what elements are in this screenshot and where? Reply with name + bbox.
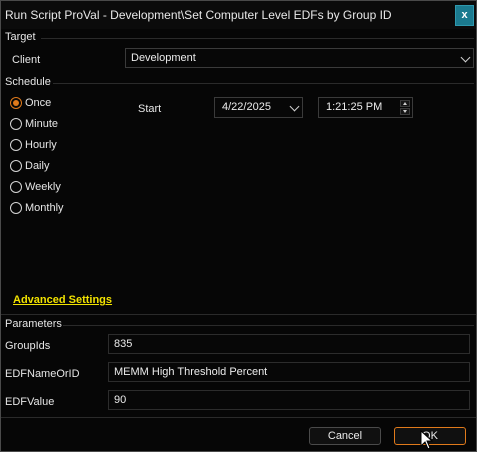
radio-daily-label: Daily (25, 160, 50, 172)
radio-monthly[interactable] (10, 202, 22, 214)
edfnameorid-input[interactable]: MEMM High Threshold Percent (108, 362, 470, 382)
target-section-label: Target (5, 31, 36, 43)
mouse-cursor-icon (420, 430, 434, 450)
client-select[interactable]: Development (125, 48, 474, 68)
groupids-input[interactable]: 835 (108, 334, 470, 354)
parameters-divider (63, 325, 474, 326)
radio-daily[interactable] (10, 160, 22, 172)
cancel-button[interactable]: Cancel (309, 427, 381, 445)
schedule-section-label: Schedule (5, 76, 51, 88)
run-script-dialog: Run Script ProVal - Development\Set Comp… (0, 0, 477, 452)
advanced-divider (1, 314, 476, 315)
start-label: Start (138, 103, 162, 115)
radio-once[interactable] (10, 97, 22, 109)
client-label: Client (12, 54, 41, 66)
radio-once-label: Once (25, 97, 52, 109)
edfvalue-input[interactable]: 90 (108, 390, 470, 410)
radio-minute[interactable] (10, 118, 22, 130)
schedule-option-daily[interactable]: Daily (10, 158, 49, 174)
close-button[interactable]: x (455, 5, 474, 26)
target-divider (41, 38, 474, 39)
start-time-value: 1:21:25 PM (326, 101, 383, 113)
time-spinner[interactable] (400, 100, 410, 115)
groupids-label: GroupIds (5, 340, 51, 352)
radio-weekly[interactable] (10, 181, 22, 193)
footer-divider (1, 417, 476, 418)
radio-minute-label: Minute (25, 118, 59, 130)
client-select-value: Development (131, 52, 196, 64)
schedule-option-monthly[interactable]: Monthly (10, 200, 64, 216)
start-date-value: 4/22/2025 (222, 101, 271, 113)
radio-hourly-label: Hourly (25, 139, 57, 151)
start-date-picker[interactable]: 4/22/2025 (214, 97, 303, 118)
schedule-option-weekly[interactable]: Weekly (10, 179, 61, 195)
spin-up-icon[interactable] (400, 100, 410, 107)
schedule-option-once[interactable]: Once (10, 95, 51, 111)
chevron-down-icon (289, 101, 300, 112)
parameters-section-label: Parameters (5, 318, 62, 330)
radio-weekly-label: Weekly (25, 181, 61, 193)
advanced-settings-link[interactable]: Advanced Settings (13, 294, 112, 306)
window-title: Run Script ProVal - Development\Set Comp… (5, 8, 392, 22)
edfnameorid-label: EDFNameOrID (5, 368, 80, 380)
radio-monthly-label: Monthly (25, 202, 64, 214)
start-time-picker[interactable]: 1:21:25 PM (318, 97, 413, 118)
schedule-option-minute[interactable]: Minute (10, 116, 58, 132)
spin-down-icon[interactable] (400, 108, 410, 115)
schedule-divider (53, 83, 474, 84)
title-bar: Run Script ProVal - Development\Set Comp… (1, 1, 476, 29)
edfvalue-label: EDFValue (5, 396, 55, 408)
chevron-down-icon (460, 52, 471, 63)
radio-hourly[interactable] (10, 139, 22, 151)
schedule-option-hourly[interactable]: Hourly (10, 137, 57, 153)
